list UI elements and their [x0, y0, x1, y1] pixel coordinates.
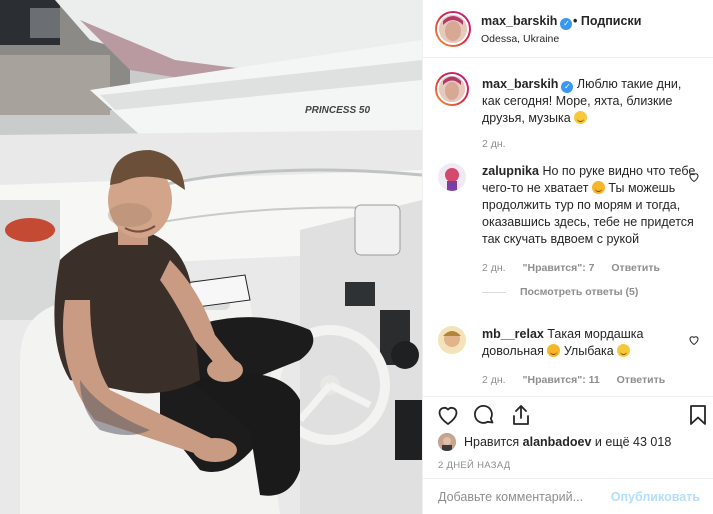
view-replies-label[interactable]: Посмотреть ответы (5) [520, 286, 638, 298]
comment-meta: 2 дн. "Нравится": 11 Ответить [482, 374, 700, 386]
liker-avatar[interactable] [438, 433, 456, 451]
comment-input[interactable] [438, 488, 618, 506]
comment-username[interactable]: mb__relax [482, 327, 544, 341]
comment-username[interactable]: zalupnika [482, 164, 539, 178]
view-replies-button[interactable]: Посмотреть ответы (5) [482, 286, 700, 298]
post-caption: max_barskih ✓ Люблю такие дни, как сегодн… [435, 72, 700, 150]
comments-list[interactable]: max_barskih ✓ Люблю такие дни, как сегодн… [423, 58, 713, 396]
likes-prefix: Нравится [464, 435, 520, 449]
following-button[interactable]: • Подписки [573, 14, 641, 28]
verified-icon: ✓ [560, 18, 573, 30]
add-comment-bar: Опубликовать [423, 478, 713, 514]
liker-username[interactable]: alanbadoev [523, 435, 592, 449]
author-username[interactable]: max_barskih [481, 14, 557, 28]
caption-text: max_barskih ✓ Люблю такие дни, как сегодн… [482, 76, 700, 127]
likes-summary[interactable]: Нравится alanbadoev и ещё 43 018 [438, 432, 671, 452]
post-photo[interactable]: PRINCESS 50 [0, 0, 422, 514]
bookmark-icon[interactable] [686, 403, 710, 427]
author-username-wrap[interactable]: max_barskih ✓ [481, 14, 573, 30]
comment-text: zalupnika Но по руке видно что тебе чего… [482, 163, 700, 248]
comment-reply-button[interactable]: Ответить [611, 262, 660, 274]
following-label[interactable]: Подписки [581, 14, 642, 28]
comment-age[interactable]: 2 дн. [482, 262, 506, 274]
post-header: max_barskih ✓ • Подписки Odessa, Ukraine [423, 0, 713, 58]
action-bar [423, 396, 713, 432]
comment-like-icon[interactable] [688, 171, 700, 183]
comment-text: mb__relax Такая мордашка довольная Улыба… [482, 326, 700, 360]
comment-item: zalupnika Но по руке видно что тебе чего… [438, 163, 700, 298]
post-timestamp[interactable]: 2 ДНЕЙ НАЗАД [438, 460, 511, 471]
comment-body-b: Улыбака [563, 344, 614, 358]
comment-icon[interactable] [472, 403, 496, 427]
comment-like-icon[interactable] [688, 334, 700, 346]
post-location[interactable]: Odessa, Ukraine [481, 33, 559, 45]
comment-reply-button[interactable]: Ответить [617, 374, 666, 386]
caption-meta: 2 дн. [482, 138, 700, 150]
comment-item: mb__relax Такая мордашка довольная Улыба… [438, 326, 700, 386]
share-icon[interactable] [509, 403, 533, 427]
comment-age[interactable]: 2 дн. [482, 374, 506, 386]
heart-icon[interactable] [436, 403, 460, 427]
boat-name-text: PRINCESS 50 [305, 105, 370, 116]
comment-likes[interactable]: "Нравится": 7 [523, 262, 595, 274]
caption-author-avatar[interactable] [435, 72, 469, 106]
comment-likes[interactable]: "Нравится": 11 [523, 374, 600, 386]
post-sidebar: max_barskih ✓ • Подписки Odessa, Ukraine … [422, 0, 713, 514]
grin-emoji-icon [591, 181, 605, 194]
comment-meta: 2 дн. "Нравится": 7 Ответить [482, 262, 700, 274]
likes-count[interactable]: и ещё 43 018 [595, 435, 671, 449]
caption-username[interactable]: max_barskih [482, 77, 558, 91]
smile-emoji-icon [574, 111, 588, 124]
replies-divider [482, 291, 506, 293]
grin-cat-emoji-icon [547, 344, 561, 357]
author-avatar[interactable] [435, 11, 471, 47]
caption-verified-icon: ✓ [561, 81, 574, 93]
publish-button[interactable]: Опубликовать [611, 490, 700, 504]
commenter-avatar[interactable] [438, 326, 466, 354]
smile-emoji-icon [617, 344, 631, 357]
caption-age[interactable]: 2 дн. [482, 138, 506, 150]
commenter-avatar[interactable] [438, 163, 466, 191]
